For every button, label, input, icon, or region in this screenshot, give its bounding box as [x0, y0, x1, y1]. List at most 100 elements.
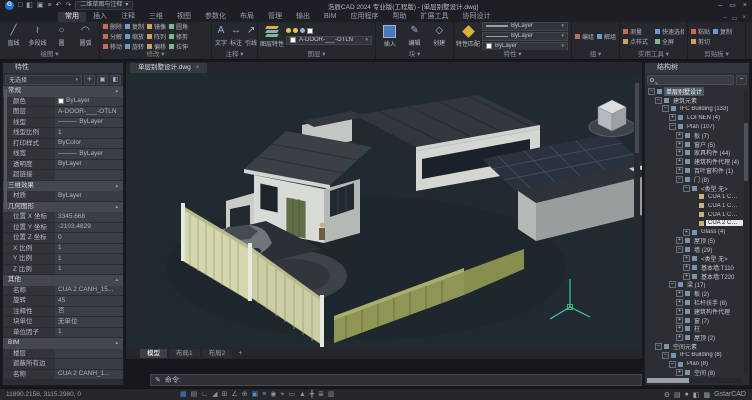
tree-vscrollbar[interactable]	[744, 89, 748, 375]
tree-item[interactable]: +板 (2)	[646, 289, 743, 298]
tree-expander-icon[interactable]: +	[676, 237, 683, 244]
tool-复制[interactable]: 复制	[125, 22, 144, 31]
section-header-三维效果[interactable]: 三维效果▴	[3, 181, 123, 192]
drawing-viewport[interactable]	[126, 73, 642, 348]
property-value[interactable]: ——— ByLayer	[55, 118, 123, 128]
ribbon-tab-插入[interactable]: 插入	[86, 12, 114, 22]
status-toggle-9[interactable]: ◉	[270, 389, 276, 400]
tool-粘贴[interactable]: 粘贴	[691, 27, 710, 36]
status-toggle-3[interactable]: ◢	[212, 389, 217, 400]
tree-hscrollbar[interactable]	[647, 378, 741, 383]
tree-expander-icon[interactable]: +	[683, 273, 690, 280]
workspace-combo[interactable]: 二维草图与注释 ▾	[75, 1, 133, 10]
doc-restore-icon[interactable]: ▭	[732, 15, 738, 22]
document-tab[interactable]: 单层别墅设计.dwg ×	[130, 63, 207, 73]
property-value[interactable]: 无单位	[55, 317, 123, 327]
tool-删除[interactable]: 删除	[103, 22, 122, 31]
status-toggle-13[interactable]: ╋	[310, 389, 314, 400]
property-value[interactable]	[55, 359, 123, 369]
panel-label-绘图[interactable]: 绘图 ▾	[0, 50, 99, 59]
status-toggle-10[interactable]: ⌖	[280, 389, 284, 400]
tree-expander-icon[interactable]: −	[669, 123, 676, 130]
tool-标注[interactable]: ↔标注	[230, 25, 242, 47]
close-icon[interactable]: ×	[743, 1, 747, 11]
tool-点样式[interactable]: 点样式	[623, 37, 652, 46]
status-toggle-6[interactable]: ⊕	[242, 389, 248, 400]
tree-expander-icon[interactable]: +	[676, 369, 683, 376]
tree-expander-icon[interactable]: +	[676, 290, 683, 297]
status-toggle-5[interactable]: ∠	[231, 389, 237, 400]
property-value[interactable]: 1	[55, 328, 123, 338]
tree-item[interactable]: CỦA 2 CÁNH	[646, 219, 743, 228]
tree-item[interactable]: CỦA 1 CÁNH	[646, 193, 743, 202]
doc-close-icon[interactable]: ×	[742, 15, 746, 22]
viewport-scrollbar[interactable]	[634, 77, 640, 341]
property-value[interactable]: 1	[55, 265, 123, 275]
layer-properties-button[interactable]: 图层特性	[261, 25, 283, 48]
tree-item[interactable]: +板 (7)	[646, 131, 743, 140]
tree-item[interactable]: −<类型 无>	[646, 184, 743, 193]
tool-引线[interactable]: ↗引线	[245, 25, 257, 47]
tree-expander-icon[interactable]: +	[676, 141, 683, 148]
status-toggle-1[interactable]: ▤	[191, 389, 198, 400]
ribbon-tab-应用程序[interactable]: 应用程序	[343, 12, 385, 22]
ribbon-tab-管理[interactable]: 管理	[261, 12, 289, 22]
tree-expander-icon[interactable]: −	[662, 105, 669, 112]
tree-item[interactable]: −IFC Building (8)	[646, 351, 743, 360]
tree-search-input[interactable]	[647, 75, 734, 85]
new-file-icon[interactable]: □	[18, 1, 22, 11]
status-toggle-7[interactable]: ▣	[252, 389, 259, 400]
close-icon[interactable]: ×	[196, 63, 200, 73]
tool-旋转[interactable]: 旋转	[125, 42, 144, 51]
app-logo-icon[interactable]: G	[5, 1, 14, 10]
layer-combo[interactable]: A-DOOR-___-OTLN▾	[286, 36, 372, 45]
doc-minimize-icon[interactable]: –	[723, 15, 726, 22]
status-dot-icon[interactable]: ●	[685, 391, 689, 398]
tool-插入[interactable]: 插入	[379, 25, 401, 48]
tool-创建[interactable]: ◇创建	[428, 25, 450, 47]
tree-item[interactable]: +家具构件 (44)	[646, 149, 743, 158]
ribbon-tab-帮助[interactable]: 帮助	[385, 12, 413, 22]
property-value[interactable]: ByLayer	[55, 160, 123, 170]
ribbon-tab-注释[interactable]: 注释	[114, 12, 142, 22]
tree-item[interactable]: +屋顶 (2)	[646, 333, 743, 342]
tree-expander-icon[interactable]: +	[683, 264, 690, 271]
tree-item[interactable]: +柱	[646, 325, 743, 334]
redo-icon[interactable]: ↷	[65, 1, 71, 11]
settings-icon[interactable]: ⚙	[664, 391, 670, 399]
tool-解组[interactable]: 解组	[597, 32, 616, 41]
tree-item[interactable]: +窗户 (5)	[646, 140, 743, 149]
property-value[interactable]: ByColor	[55, 139, 123, 149]
property-value[interactable]: 1	[55, 128, 123, 138]
status-toggle-12[interactable]: ▲	[299, 389, 306, 400]
property-value[interactable]	[55, 170, 123, 180]
ribbon-tab-常用[interactable]: 常用	[58, 12, 86, 22]
tree-expander-icon[interactable]: +	[676, 325, 683, 332]
tree-expander-icon[interactable]: +	[683, 229, 690, 236]
tree-item[interactable]: −Plan (107)	[646, 122, 743, 131]
tool-文字[interactable]: A文字	[215, 25, 227, 47]
ribbon-tab-协同设计[interactable]: 协同设计	[455, 12, 497, 22]
panel-label-剪贴板[interactable]: 剪贴板 ▾	[688, 50, 745, 59]
tree-expander-icon[interactable]: +	[676, 317, 683, 324]
ribbon-tab-三维[interactable]: 三维	[142, 12, 170, 22]
select-objects-button[interactable]: ▣	[97, 75, 108, 85]
tool-拉伸[interactable]: 拉伸	[169, 42, 188, 51]
tree-expander-icon[interactable]: −	[648, 88, 655, 95]
tree-item[interactable]: +栏杆扶手 (6)	[646, 298, 743, 307]
tool-圆弧[interactable]: ◠圆弧	[75, 25, 96, 47]
tree-item[interactable]: CỦA 1 CÁNH	[646, 210, 743, 219]
panel-label-修改[interactable]: 修改 ▾	[100, 50, 211, 59]
layout-tab-布局1[interactable]: 布局1	[169, 349, 200, 358]
tool-编组[interactable]: 编组	[575, 32, 594, 41]
selection-combo[interactable]: 无选择 ▾	[5, 75, 82, 85]
tree-item[interactable]: CỦA 1 CÁNH	[646, 201, 743, 210]
ribbon-tab-扩展工具[interactable]: 扩展工具	[413, 12, 455, 22]
tool-复制[interactable]: 复制	[713, 27, 732, 36]
tree-item[interactable]: −IFC Building (133)	[646, 105, 743, 114]
tool-多段线[interactable]: ≀多段线	[27, 25, 48, 47]
tool-分解[interactable]: 分解	[103, 32, 122, 41]
tree-item[interactable]: +空间 (8)	[646, 369, 743, 378]
layer-color-swatch[interactable]	[307, 28, 313, 34]
color-combo[interactable]: ByLayer▾	[482, 42, 568, 51]
